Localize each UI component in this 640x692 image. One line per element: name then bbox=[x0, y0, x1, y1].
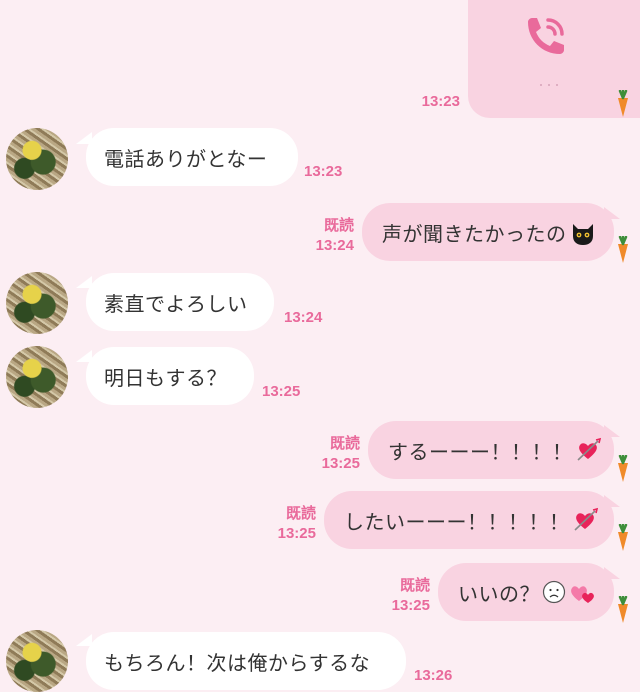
message-text: いいの？ bbox=[458, 581, 540, 606]
message-timestamp: 13:23 bbox=[304, 163, 343, 180]
bubble-tail bbox=[604, 425, 620, 437]
read-receipt: 既読 13:25 bbox=[302, 434, 360, 474]
message-text: したいーーー！！！！！ bbox=[344, 509, 570, 534]
read-label: 既読 bbox=[323, 217, 354, 234]
outgoing-message[interactable]: いいの？ bbox=[438, 563, 614, 621]
incoming-message[interactable]: 素直でよろしい bbox=[86, 273, 274, 331]
read-receipt: 既読 13:25 bbox=[372, 576, 430, 616]
message-text: 素直でよろしい bbox=[104, 291, 248, 316]
message-timestamp: 13:25 bbox=[391, 597, 430, 614]
pink-hearts-icon bbox=[571, 586, 594, 603]
carrot-sticker-icon bbox=[618, 524, 628, 551]
message-timestamp: 13:25 bbox=[277, 525, 316, 542]
outgoing-message[interactable]: 声が聞きたかったの bbox=[362, 203, 614, 261]
incoming-message[interactable]: 電話ありがとなー bbox=[86, 128, 298, 186]
read-receipt: 既読 13:24 bbox=[296, 216, 354, 256]
bubble-tail bbox=[604, 207, 620, 219]
message-timestamp: 13:25 bbox=[262, 383, 301, 400]
worried-face-icon bbox=[542, 580, 566, 604]
message-timestamp: 13:25 bbox=[321, 455, 360, 472]
message-text: 明日もする？ bbox=[104, 365, 227, 390]
message-text: もちろん！次は俺からするな bbox=[104, 650, 371, 675]
call-duration-dots bbox=[540, 84, 560, 86]
contact-avatar[interactable] bbox=[6, 346, 68, 408]
carrot-sticker-icon bbox=[618, 90, 628, 117]
read-label: 既読 bbox=[329, 435, 360, 452]
message-timestamp: 13:24 bbox=[284, 309, 323, 326]
contact-avatar[interactable] bbox=[6, 128, 68, 190]
message-text: 電話ありがとなー bbox=[104, 146, 268, 171]
carrot-sticker-icon bbox=[618, 596, 628, 623]
message-text: 声が聞きたかったの bbox=[382, 221, 567, 246]
read-label: 既読 bbox=[285, 505, 316, 522]
carrot-sticker-icon bbox=[618, 236, 628, 263]
message-text: するーーー！！！！ bbox=[388, 439, 573, 464]
outgoing-message[interactable]: するーーー！！！！ bbox=[368, 421, 614, 479]
incoming-message[interactable]: もちろん！次は俺からするな bbox=[86, 632, 406, 690]
black-cat-icon bbox=[572, 224, 593, 245]
contact-avatar[interactable] bbox=[6, 272, 68, 334]
bubble-tail bbox=[604, 567, 620, 579]
carrot-sticker-icon bbox=[618, 455, 628, 482]
read-receipt: 既読 13:25 bbox=[258, 504, 316, 544]
bubble-tail bbox=[604, 495, 620, 507]
message-timestamp: 13:26 bbox=[414, 667, 453, 684]
heart-arrow-icon bbox=[576, 437, 601, 461]
incoming-message[interactable]: 明日もする？ bbox=[86, 347, 254, 405]
phone-call-icon bbox=[528, 18, 564, 54]
message-timestamp: 13:24 bbox=[315, 237, 354, 254]
outgoing-message[interactable]: したいーーー！！！！！ bbox=[324, 491, 614, 549]
read-label: 既読 bbox=[399, 577, 430, 594]
call-timestamp: 13:23 bbox=[421, 93, 460, 110]
heart-arrow-icon bbox=[573, 507, 598, 531]
contact-avatar[interactable] bbox=[6, 630, 68, 692]
